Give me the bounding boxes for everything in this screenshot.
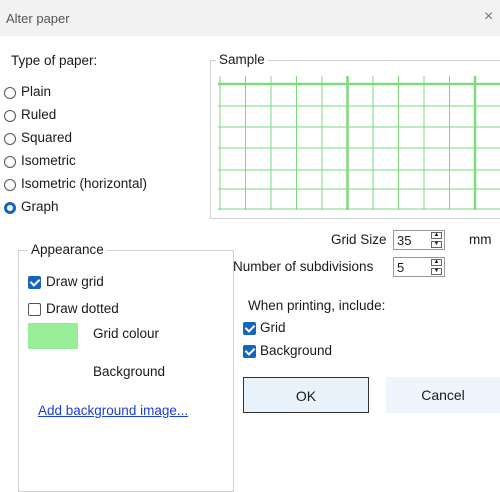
paper-type-label: Type of paper:	[11, 53, 98, 68]
title-bar: Alter paper ×	[0, 0, 500, 36]
add-background-image-link[interactable]: Add background image...	[38, 403, 188, 418]
spin-up-icon[interactable]: ▲	[431, 232, 442, 239]
print-background-checkbox[interactable]	[243, 345, 256, 358]
spin-up-icon[interactable]: ▲	[431, 259, 442, 266]
subdivisions-spinbox[interactable]: 5 ▲ ▼	[393, 257, 445, 277]
sample-label: Sample	[216, 52, 268, 67]
radio-label: Ruled	[21, 107, 57, 122]
grid-size-value: 35	[397, 233, 412, 248]
window-title: Alter paper	[6, 11, 70, 26]
radio-circle[interactable]	[4, 156, 16, 168]
grid-size-unit: mm	[469, 232, 492, 247]
radio-circle-selected[interactable]	[4, 202, 16, 214]
subdivisions-value: 5	[397, 260, 405, 275]
draw-grid-checkbox[interactable]	[28, 276, 41, 289]
radio-label: Graph	[21, 199, 59, 214]
radio-circle[interactable]	[4, 110, 16, 122]
cancel-button[interactable]: Cancel	[386, 377, 500, 413]
appearance-label: Appearance	[28, 242, 107, 257]
grid-colour-label: Grid colour	[93, 326, 160, 341]
spin-down-icon[interactable]: ▼	[431, 268, 442, 275]
ok-button[interactable]: OK	[243, 377, 369, 413]
draw-dotted-label: Draw dotted	[46, 301, 119, 316]
radio-circle[interactable]	[4, 87, 16, 99]
draw-dotted-checkbox[interactable]	[28, 303, 41, 316]
radio-label: Squared	[21, 130, 73, 145]
radio-circle[interactable]	[4, 179, 16, 191]
printing-label: When printing, include:	[248, 298, 386, 313]
grid-colour-swatch[interactable]	[28, 323, 78, 349]
radio-circle[interactable]	[4, 133, 16, 145]
print-background-label: Background	[260, 343, 333, 358]
radio-label: Isometric	[21, 153, 76, 168]
radio-label: Plain	[21, 84, 52, 99]
sample-grid-preview	[218, 76, 500, 210]
print-grid-label: Grid	[260, 320, 286, 335]
radio-label: Isometric (horizontal)	[21, 176, 148, 191]
grid-size-spinbox[interactable]: 35 ▲ ▼	[393, 230, 445, 250]
grid-size-label: Grid Size	[331, 232, 387, 247]
subdivisions-label: Number of subdivisions	[233, 259, 374, 274]
spin-down-icon[interactable]: ▼	[431, 241, 442, 248]
print-grid-checkbox[interactable]	[243, 322, 256, 335]
draw-grid-label: Draw grid	[46, 274, 104, 289]
close-icon[interactable]: ×	[484, 8, 493, 26]
background-label: Background	[93, 364, 166, 379]
